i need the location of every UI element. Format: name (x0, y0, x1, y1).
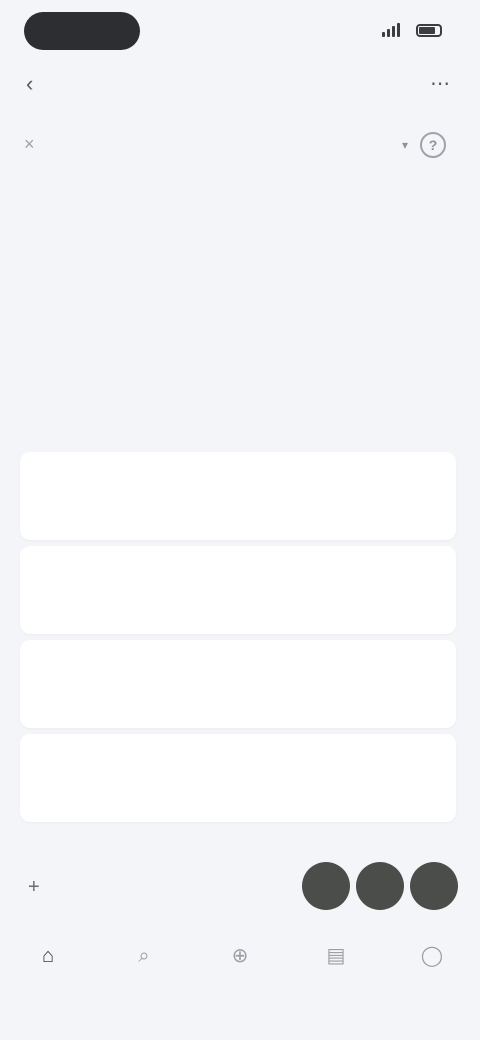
close-icon[interactable]: × (24, 134, 44, 154)
app-header: ‹ ⋯ (0, 62, 480, 106)
more-icon[interactable]: ⋯ (428, 72, 452, 96)
profile-icon: ◯ (420, 945, 444, 967)
status-indicators (382, 20, 442, 40)
option-item-2[interactable] (20, 546, 456, 634)
option-item-3[interactable] (20, 640, 456, 728)
status-time (24, 12, 140, 50)
option-item-4[interactable] (20, 734, 456, 822)
inbox-icon: ▤ (326, 945, 346, 967)
avatar-group (302, 862, 458, 910)
chevron-down-icon[interactable]: ▾ (402, 136, 408, 154)
tab-search[interactable]: ⌕ (96, 936, 192, 1000)
toolbar: × ▾ ? (0, 128, 480, 164)
tab-inbox[interactable]: ▤ (288, 936, 384, 1000)
tab-bar: ⌂ ⌕ ⊕ ▤ ◯ (0, 936, 480, 1000)
home-icon: ⌂ (41, 945, 55, 967)
avatar[interactable] (356, 862, 404, 910)
tab-home[interactable]: ⌂ (0, 936, 96, 1000)
options-list (20, 452, 456, 828)
battery-icon (416, 23, 442, 37)
avatar[interactable] (410, 862, 458, 910)
option-item-1[interactable] (20, 452, 456, 540)
signal-icon (382, 23, 400, 37)
avatar[interactable] (302, 862, 350, 910)
help-icon[interactable]: ? (420, 132, 446, 158)
back-icon[interactable]: ‹ (26, 73, 46, 95)
search-icon: ⌕ (138, 945, 150, 967)
tab-profile[interactable]: ◯ (384, 936, 480, 1000)
tab-add[interactable]: ⊕ (192, 936, 288, 1000)
add-icon: ⊕ (231, 945, 249, 967)
add-icon[interactable]: + (28, 876, 40, 898)
status-bar (0, 0, 480, 62)
action-row: + (0, 858, 480, 918)
